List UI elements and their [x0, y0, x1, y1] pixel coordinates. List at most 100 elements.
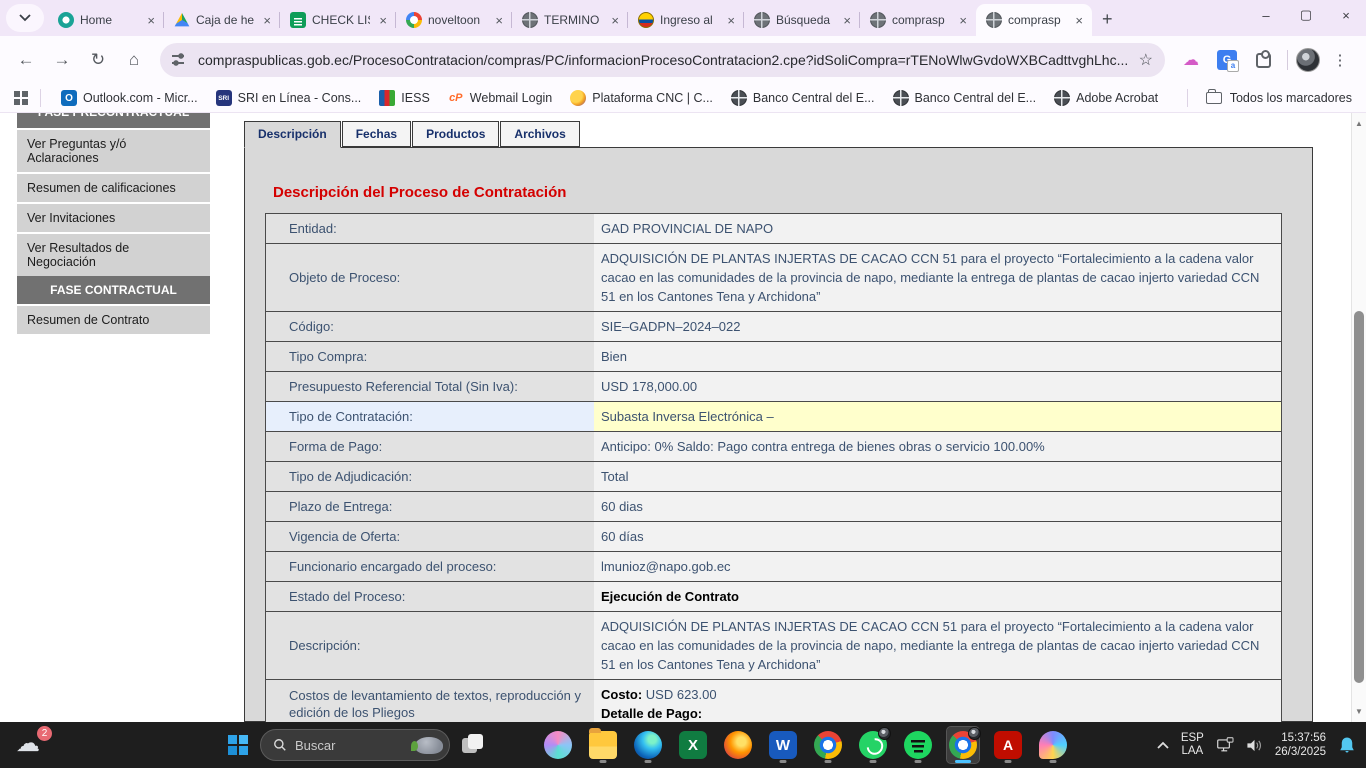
globe-favicon-icon — [870, 12, 886, 28]
bookmark-item-3[interactable]: cPWebmail Login — [440, 86, 560, 110]
scrollbar-thumb[interactable] — [1354, 311, 1364, 683]
tab-archivos[interactable]: Archivos — [500, 121, 579, 147]
task-view-button[interactable] — [462, 734, 484, 756]
taskbar-icon-edge[interactable] — [632, 727, 664, 763]
tab-search-button[interactable] — [6, 4, 44, 32]
bookmark-item-1[interactable]: SRISRI en Línea - Cons... — [208, 86, 370, 110]
globe-favicon-icon — [986, 12, 1002, 28]
tab-close-icon[interactable]: × — [840, 13, 854, 28]
browser-tab-4[interactable]: TERMINO× — [512, 4, 628, 36]
browser-tab-3[interactable]: noveltoon× — [396, 4, 512, 36]
bookmark-item-6[interactable]: Banco Central del E... — [885, 86, 1045, 110]
row-label: Plazo de Entrega: — [266, 492, 594, 521]
taskbar-icon-spotify[interactable] — [902, 727, 934, 763]
value-segment: 60 dias — [601, 499, 643, 514]
row-value: Total — [594, 462, 1281, 491]
tab-title: comprasp — [1008, 13, 1066, 27]
scroll-down-arrow[interactable]: ▼ — [1352, 707, 1366, 716]
taskbar-icon-acrobat[interactable]: A — [992, 727, 1024, 763]
taskbar-icon-firefox[interactable] — [722, 727, 754, 763]
tab-close-icon[interactable]: × — [492, 13, 506, 28]
minimize-button[interactable]: – — [1246, 0, 1286, 30]
new-tab-button[interactable]: + — [1092, 9, 1123, 36]
browser-menu-button[interactable]: ⋮ — [1324, 44, 1356, 76]
weather-widget[interactable]: ☁ 2 — [16, 729, 50, 759]
all-bookmarks-button[interactable]: Todos los marcadores — [1230, 91, 1352, 105]
value-line: lmunioz@napo.gob.ec — [601, 557, 1271, 576]
scroll-up-arrow[interactable]: ▲ — [1352, 119, 1366, 128]
tab-close-icon[interactable]: × — [260, 13, 274, 28]
tab-close-icon[interactable]: × — [608, 13, 622, 28]
running-indicator — [1005, 760, 1012, 763]
url-bar[interactable]: compraspublicas.gob.ec/ProcesoContrataci… — [160, 43, 1165, 77]
tab-close-icon[interactable]: × — [144, 13, 158, 28]
bookmark-item-0[interactable]: OOutlook.com - Micr... — [53, 86, 206, 110]
taskbar-icon-copilot[interactable] — [542, 727, 574, 763]
bookmark-item-2[interactable]: IESS — [371, 86, 438, 110]
profile-avatar[interactable] — [1296, 48, 1320, 72]
page-scrollbar[interactable]: ▲ ▼ — [1351, 113, 1366, 722]
tab-fechas[interactable]: Fechas — [342, 121, 411, 147]
close-button[interactable]: × — [1326, 0, 1366, 30]
translate-icon[interactable]: G — [1211, 44, 1243, 76]
copilot-icon — [544, 731, 572, 759]
tray-chevron-icon[interactable] — [1157, 738, 1169, 752]
url-text[interactable]: compraspublicas.gob.ec/ProcesoContrataci… — [198, 52, 1129, 68]
chevron-down-icon — [19, 14, 31, 22]
site-info-icon[interactable] — [172, 53, 188, 67]
browser-tab-1[interactable]: Caja de he× — [164, 4, 280, 36]
speaker-icon[interactable] — [1246, 738, 1263, 753]
taskbar-icon-chrome[interactable] — [947, 727, 979, 763]
bookmark-label: Webmail Login — [470, 91, 552, 105]
taskbar-icon-explorer[interactable] — [587, 727, 619, 763]
sidebar-item[interactable]: Resumen de Contrato — [17, 304, 210, 334]
notification-bell-icon[interactable] — [1338, 736, 1356, 754]
row-label: Vigencia de Oferta: — [266, 522, 594, 551]
forward-button[interactable]: → — [46, 44, 78, 76]
maximize-button[interactable]: ▢ — [1286, 0, 1326, 30]
reload-button[interactable]: ↻ — [82, 44, 114, 76]
taskbar-search[interactable]: Buscar — [260, 729, 450, 761]
extension-cloud-icon[interactable]: ☁ — [1175, 44, 1207, 76]
browser-tab-2[interactable]: CHECK LIS× — [280, 4, 396, 36]
tab-descripción[interactable]: Descripción — [244, 121, 341, 148]
bookmark-item-5[interactable]: Banco Central del E... — [723, 86, 883, 110]
word-icon: W — [769, 731, 797, 759]
browser-tab-0[interactable]: Home× — [48, 4, 164, 36]
language-indicator[interactable]: ESPLAA — [1181, 732, 1204, 758]
sidebar-item[interactable]: Ver Invitaciones — [17, 202, 210, 232]
extensions-puzzle-icon[interactable] — [1247, 44, 1279, 76]
tab-close-icon[interactable]: × — [724, 13, 738, 28]
taskbar-icon-chrome[interactable] — [812, 727, 844, 763]
bookmark-star-icon[interactable]: ☆ — [1139, 50, 1153, 70]
tab-close-icon[interactable]: × — [956, 13, 970, 28]
table-row: Vigencia de Oferta:60 días — [266, 522, 1281, 552]
sidebar-section-header: FASE CONTRACTUAL — [17, 276, 210, 304]
back-button[interactable]: ← — [10, 44, 42, 76]
row-value: USD 178,000.00 — [594, 372, 1281, 401]
tab-close-icon[interactable]: × — [376, 13, 390, 28]
browser-tab-6[interactable]: Búsqueda× — [744, 4, 860, 36]
running-indicator — [955, 760, 971, 763]
taskbar-icon-excel[interactable]: X — [677, 727, 709, 763]
bookmark-item-7[interactable]: Adobe Acrobat — [1046, 86, 1166, 110]
clock[interactable]: 15:37:5626/3/2025 — [1275, 731, 1326, 759]
taskbar-icon-drop[interactable] — [1037, 727, 1069, 763]
browser-tab-5[interactable]: Ingreso al× — [628, 4, 744, 36]
tab-productos[interactable]: Productos — [412, 121, 499, 147]
start-button[interactable] — [228, 735, 248, 755]
taskbar-icon-whatsapp[interactable] — [857, 727, 889, 763]
browser-tab-7[interactable]: comprasp× — [860, 4, 976, 36]
home-button[interactable]: ⌂ — [118, 44, 150, 76]
sidebar-item[interactable]: Resumen de calificaciones — [17, 172, 210, 202]
network-icon[interactable] — [1216, 737, 1234, 753]
bookmark-item-4[interactable]: Plataforma CNC | C... — [562, 86, 721, 110]
apps-grid-icon[interactable] — [14, 91, 28, 105]
table-row: Presupuesto Referencial Total (Sin Iva):… — [266, 372, 1281, 402]
taskbar-icon-word[interactable]: W — [767, 727, 799, 763]
value-line: Costo: USD 623.00 — [601, 685, 1271, 704]
sidebar-item[interactable]: Ver Preguntas y/ó Aclaraciones — [17, 128, 210, 172]
browser-tab-8[interactable]: comprasp × — [976, 4, 1092, 36]
sidebar-item[interactable]: Ver Resultados de Negociación — [17, 232, 210, 276]
tab-close-icon[interactable]: × — [1072, 13, 1086, 28]
